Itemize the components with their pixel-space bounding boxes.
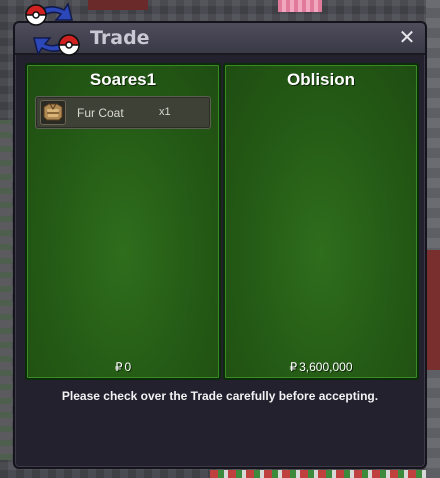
trade-warning-text: Please check over the Trade carefully be… — [61, 389, 379, 403]
fur-coat-icon — [40, 100, 66, 125]
trade-panel-partner: Oblision ₽3,600,000 — [223, 63, 419, 380]
trade-item-row[interactable]: Fur Coat x1 — [35, 96, 211, 129]
item-quantity: x1 — [159, 106, 171, 118]
trade-panel-self: Soares1 Fur Coat x1 ₽0 — [25, 63, 221, 380]
trade-swap-icon — [22, 0, 84, 60]
money-offer: ₽0 — [27, 360, 219, 374]
item-name: Fur Coat — [77, 106, 124, 120]
background-ground — [210, 470, 426, 478]
player-name: Soares1 — [89, 70, 157, 89]
trade-window: Trade ✕ Soares1 Fur Coat x1 ₽0 Oblision … — [13, 21, 427, 469]
close-icon[interactable]: ✕ — [397, 27, 417, 47]
background-roof-right — [426, 250, 440, 370]
money-offer: ₽3,600,000 — [225, 360, 417, 374]
money-amount: 3,600,000 — [299, 360, 353, 374]
player-name: Oblision — [287, 70, 355, 89]
background-wall — [426, 0, 440, 478]
money-amount: 0 — [124, 360, 132, 374]
background-flowers — [278, 0, 322, 12]
window-title: Trade — [90, 27, 150, 49]
currency-symbol: ₽ — [289, 360, 298, 374]
currency-symbol: ₽ — [114, 360, 123, 374]
background-grass — [0, 120, 12, 460]
background-roof — [88, 0, 148, 10]
